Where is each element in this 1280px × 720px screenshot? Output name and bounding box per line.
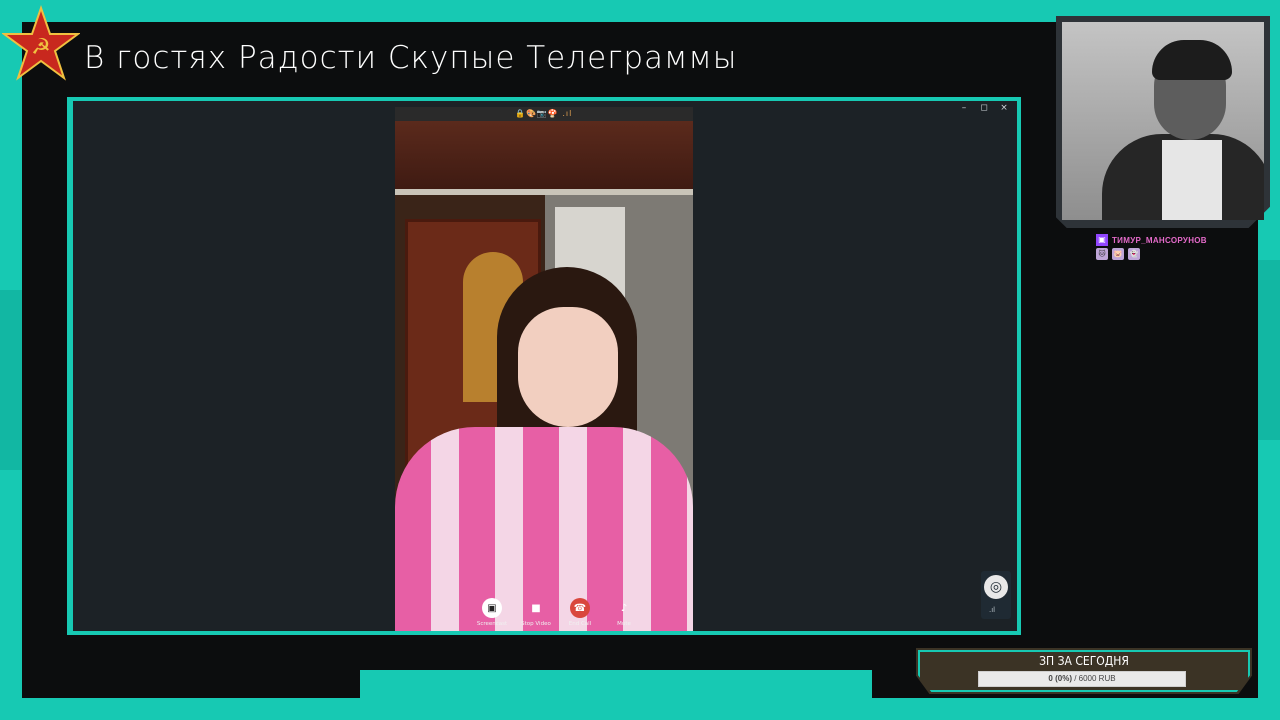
end-call-button[interactable]: ☎ End Call bbox=[563, 598, 597, 627]
frame-decoration-bottom bbox=[360, 670, 872, 720]
remote-video: 🔒🎨📷🍄 .ıl ▣ Screencast ■ Stop Video ☎ End… bbox=[395, 107, 693, 631]
status-icons: 🔒🎨📷🍄 .ıl bbox=[515, 109, 573, 118]
minimize-button[interactable]: – bbox=[959, 103, 969, 113]
video-icon: ■ bbox=[531, 602, 541, 614]
streamer-hair bbox=[1152, 40, 1232, 80]
screencast-button[interactable]: ▣ Screencast bbox=[475, 598, 509, 627]
action-label: End Call bbox=[568, 621, 592, 627]
goal-progress-bar: 0 (0%) / 6000 RUB bbox=[978, 671, 1186, 687]
stop-video-button[interactable]: ■ Stop Video bbox=[519, 598, 553, 628]
goal-target: / 6000 RUB bbox=[1071, 674, 1116, 683]
microphone-icon: ♪ bbox=[620, 602, 628, 614]
signal-icon: .ıl bbox=[989, 606, 996, 614]
pig-emote-icon: 🐷 bbox=[1112, 248, 1124, 260]
stream-title: В гостях Радости Скупые Телеграммы bbox=[84, 40, 738, 76]
action-label: Stop Video bbox=[521, 621, 551, 627]
frame-decoration-left bbox=[0, 290, 22, 470]
close-button[interactable]: × bbox=[999, 103, 1009, 113]
action-label: Mute bbox=[617, 621, 631, 627]
maximize-button[interactable]: ◻ bbox=[979, 103, 989, 113]
action-label: Screencast bbox=[476, 621, 508, 627]
video-call-window: – ◻ × 🔒🎨📷🍄 .ıl ▣ Screencast ■ Stop Video… bbox=[73, 101, 1017, 631]
goal-current: 0 (0%) bbox=[1048, 674, 1072, 683]
streamer-shirt bbox=[1162, 140, 1222, 220]
call-action-bar: ▣ Screencast ■ Stop Video ☎ End Call ♪ M… bbox=[475, 598, 641, 627]
end-call-icon: ☎ bbox=[570, 598, 590, 618]
svg-text:☭: ☭ bbox=[31, 35, 51, 60]
mute-button[interactable]: ♪ Mute bbox=[607, 598, 641, 628]
ghost-emote-icon: 👻 bbox=[1128, 248, 1140, 260]
goal-progress-text: 0 (0%) / 6000 RUB bbox=[979, 672, 1185, 686]
channel-logo: ☭ bbox=[0, 4, 82, 82]
twitch-handle: ▣ ТИМУР_МАНСОРУНОВ bbox=[1096, 234, 1207, 246]
twitch-username: ТИМУР_МАНСОРУНОВ bbox=[1112, 235, 1207, 245]
cat-emote-icon: 🐱 bbox=[1096, 248, 1108, 260]
emote-row: 🐱 🐷 👻 bbox=[1096, 248, 1140, 260]
video-background bbox=[395, 121, 693, 191]
window-controls: – ◻ × bbox=[959, 103, 1009, 113]
obs-badge[interactable]: ◎ .ıl bbox=[981, 571, 1011, 619]
frame-decoration-right bbox=[1258, 260, 1280, 440]
obs-logo-icon: ◎ bbox=[984, 575, 1008, 599]
twitch-icon: ▣ bbox=[1096, 234, 1108, 246]
screencast-icon: ▣ bbox=[482, 598, 502, 618]
goal-title: ЗП ЗА СЕГОДНЯ bbox=[1039, 654, 1129, 668]
person-face bbox=[518, 307, 618, 427]
webcam-video bbox=[1062, 22, 1264, 220]
